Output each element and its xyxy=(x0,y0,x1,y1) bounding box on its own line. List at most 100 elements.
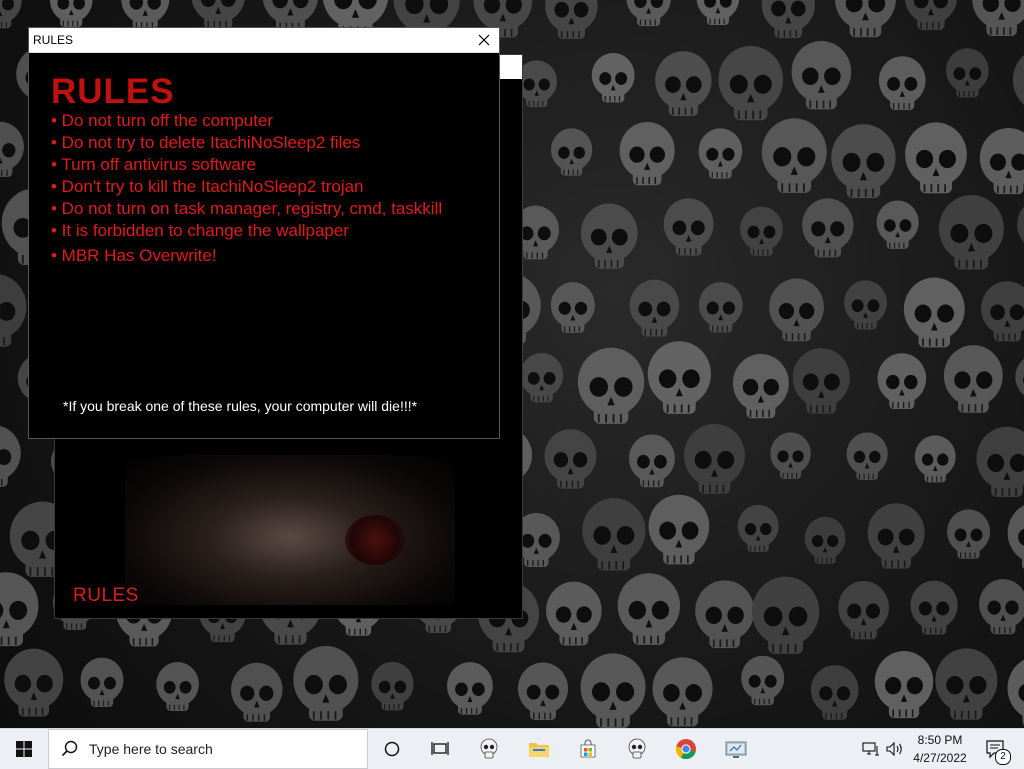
wallpaper-skull xyxy=(976,426,1024,497)
wallpaper-skull xyxy=(0,274,27,347)
wallpaper-skull xyxy=(905,122,967,194)
task-view-icon xyxy=(431,742,449,755)
action-center-button[interactable]: 2 xyxy=(980,729,1012,769)
wallpaper-skull xyxy=(946,48,989,98)
wallpaper-skull xyxy=(751,576,820,654)
wallpaper-skull xyxy=(1007,659,1024,726)
start-button[interactable] xyxy=(0,729,48,769)
rules-window-titlebar[interactable]: RULES xyxy=(29,28,499,53)
volume-button[interactable] xyxy=(884,729,906,769)
wallpaper-skull xyxy=(545,0,598,39)
wallpaper-skull xyxy=(652,657,713,727)
rule-item: • Do not try to delete ItachiNoSleep2 fi… xyxy=(51,133,361,152)
wallpaper-skull xyxy=(1015,358,1024,396)
wallpaper-skull xyxy=(520,352,564,403)
wallpaper-skull xyxy=(629,279,680,337)
wallpaper-skull xyxy=(582,497,646,571)
wallpaper-skull xyxy=(834,0,896,38)
wallpaper-skull xyxy=(802,198,854,258)
wallpaper-skull xyxy=(546,581,602,646)
wallpaper-skull xyxy=(910,580,958,635)
control-panel-icon xyxy=(725,741,747,758)
wallpaper-skull xyxy=(878,56,926,110)
wallpaper-skull xyxy=(741,655,785,706)
dark-scene-image xyxy=(125,455,455,605)
rule-item: • Turn off antivirus software xyxy=(51,155,257,174)
wallpaper-skull xyxy=(979,579,1024,635)
wallpaper-skull xyxy=(695,580,755,649)
wallpaper-skull xyxy=(683,423,745,494)
control-panel-button[interactable] xyxy=(715,729,757,769)
notification-badge: 2 xyxy=(995,749,1011,765)
wallpaper-skull xyxy=(550,282,595,333)
rule-item: • Do not turn on task manager, registry,… xyxy=(51,199,443,218)
wallpaper-skull xyxy=(1012,55,1024,105)
wallpaper-skull xyxy=(831,124,896,199)
wallpaper-skull xyxy=(580,203,638,269)
wallpaper-skull xyxy=(718,45,784,121)
wallpaper-skull xyxy=(804,516,846,564)
file-explorer-button[interactable] xyxy=(519,729,559,769)
wallpaper-skull xyxy=(770,432,811,479)
wallpaper-skull xyxy=(544,429,597,489)
wallpaper-skull xyxy=(0,572,39,647)
clock-time: 8:50 PM xyxy=(917,733,963,747)
wallpaper-skull xyxy=(371,661,414,711)
rules-heading: RULES xyxy=(51,72,175,111)
wallpaper-skull xyxy=(740,206,783,256)
wallpaper-skull xyxy=(810,665,859,720)
cortana-icon xyxy=(384,741,400,757)
wallpaper-skull xyxy=(663,198,714,256)
wallpaper-skull xyxy=(876,200,919,249)
wallpaper-skull xyxy=(0,121,24,177)
network-button[interactable] xyxy=(860,729,882,769)
rules-window[interactable]: RULES RULES • Do not turn off the comput… xyxy=(28,27,500,439)
search-box[interactable]: Type here to search xyxy=(48,729,368,769)
wallpaper-skull xyxy=(914,435,956,483)
rule-item: • Do not turn off the computer xyxy=(51,111,274,130)
wallpaper-skull xyxy=(904,0,958,30)
wallpaper-skull xyxy=(761,118,827,193)
wallpaper-skull xyxy=(943,345,1003,413)
wallpaper-skull xyxy=(619,121,675,186)
wallpaper-skull xyxy=(867,503,925,569)
store-button[interactable] xyxy=(568,729,608,769)
rule-item: • It is forbidden to change the wallpape… xyxy=(51,221,349,240)
wallpaper-skull xyxy=(1017,206,1024,243)
wallpaper-skull xyxy=(191,0,245,29)
wallpaper-skull xyxy=(938,195,1004,270)
wallpaper-skull xyxy=(696,0,740,26)
task-view-button[interactable] xyxy=(420,729,460,769)
taskbar-app-skull-2[interactable] xyxy=(617,729,657,769)
wallpaper-skull xyxy=(698,128,743,179)
wallpaper-skull xyxy=(981,281,1024,342)
search-icon xyxy=(61,740,78,757)
wallpaper-skull xyxy=(617,573,681,645)
wallpaper-skull xyxy=(1007,505,1024,570)
wallpaper-skull xyxy=(903,277,965,348)
wallpaper-skull xyxy=(838,580,889,640)
wallpaper-skull xyxy=(591,53,635,103)
wallpaper-skull xyxy=(737,504,779,552)
window-title: RULES xyxy=(33,33,74,47)
volume-icon xyxy=(886,742,902,756)
wallpaper-skull xyxy=(792,348,850,414)
wallpaper-skull xyxy=(979,127,1024,195)
clock[interactable]: 8:50 PM 4/27/2022 xyxy=(908,729,972,769)
background-window-label: RULES xyxy=(73,585,139,606)
warning-text: *If you break one of these rules, your c… xyxy=(63,398,418,414)
wallpaper-skull xyxy=(4,648,64,717)
windows-icon xyxy=(16,741,32,757)
wallpaper-skull xyxy=(156,662,199,711)
wallpaper-skull xyxy=(655,51,712,116)
wallpaper-skull xyxy=(947,509,991,559)
wallpaper-skull xyxy=(517,662,569,720)
close-button[interactable] xyxy=(469,28,499,52)
chrome-button[interactable] xyxy=(666,729,706,769)
store-icon xyxy=(580,739,596,758)
network-icon xyxy=(862,742,879,756)
taskbar-app-skull-1[interactable] xyxy=(469,729,509,769)
cortana-button[interactable] xyxy=(372,729,412,769)
rule-item: • Don't try to kill the ItachiNoSleep2 t… xyxy=(51,177,364,196)
wallpaper-skull xyxy=(0,0,22,29)
